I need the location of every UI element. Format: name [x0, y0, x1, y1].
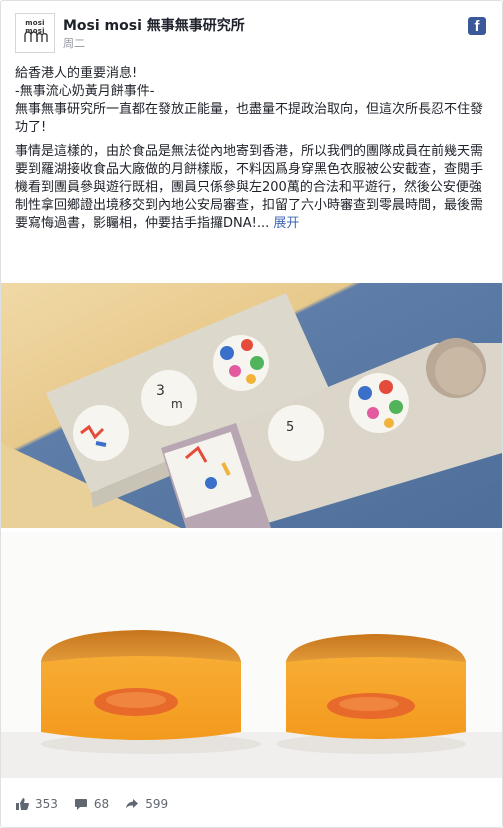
like-stat[interactable]: 353	[15, 797, 58, 811]
post-photo-gift-boxes[interactable]: 3 m 5	[1, 283, 502, 528]
page-avatar[interactable]: mosi mosi	[15, 13, 55, 53]
thumbs-up-icon	[16, 798, 29, 810]
post-line-1: 給香港人的重要消息!	[15, 66, 138, 81]
post-header: mosi mosi Mosi mosi 無事無事研究所 周二 f	[15, 13, 490, 57]
mosi-logo-icon	[24, 31, 48, 42]
page-name[interactable]: Mosi mosi 無事無事研究所	[63, 15, 245, 35]
post-stats: 353 68 599	[15, 797, 184, 811]
post-line-2: -無事流心奶黃月餅事件-	[15, 84, 155, 99]
post-line-3: 無事無事研究所一直都在發放正能量，也盡量不提政治取向，但這次所長忍不住發功了!	[15, 102, 484, 135]
share-count: 599	[145, 797, 169, 811]
share-stat[interactable]: 599	[125, 797, 168, 811]
facebook-post-card: mosi mosi Mosi mosi 無事無事研究所 周二 f 給香港人的重要…	[0, 0, 503, 828]
facebook-icon[interactable]: f	[468, 17, 486, 35]
post-body: 事情是這樣的，由於食品是無法從內地寄到香港，所以我們的團隊成員在前幾天需要到羅湖…	[15, 143, 491, 233]
like-count: 353	[35, 797, 58, 811]
share-icon	[126, 799, 139, 809]
post-timestamp[interactable]: 周二	[63, 35, 85, 51]
svg-text:5: 5	[286, 420, 294, 435]
comment-count: 68	[93, 797, 110, 811]
comment-stat[interactable]: 68	[74, 797, 109, 811]
post-text: 給香港人的重要消息! -無事流心奶黃月餅事件- 無事無事研究所一直都在發放正能量…	[15, 65, 491, 233]
comment-icon	[74, 799, 87, 810]
svg-text:3: 3	[156, 383, 165, 399]
gift-box-illustration: 3 m 5	[1, 283, 502, 528]
post-body-text: 事情是這樣的，由於食品是無法從內地寄到香港，所以我們的團隊成員在前幾天需要到羅湖…	[15, 144, 484, 231]
mooncake-illustration	[1, 532, 502, 778]
svg-text:m: m	[171, 397, 183, 411]
see-more-link[interactable]: 展开	[273, 216, 299, 231]
post-photo-mooncakes[interactable]	[1, 532, 502, 778]
